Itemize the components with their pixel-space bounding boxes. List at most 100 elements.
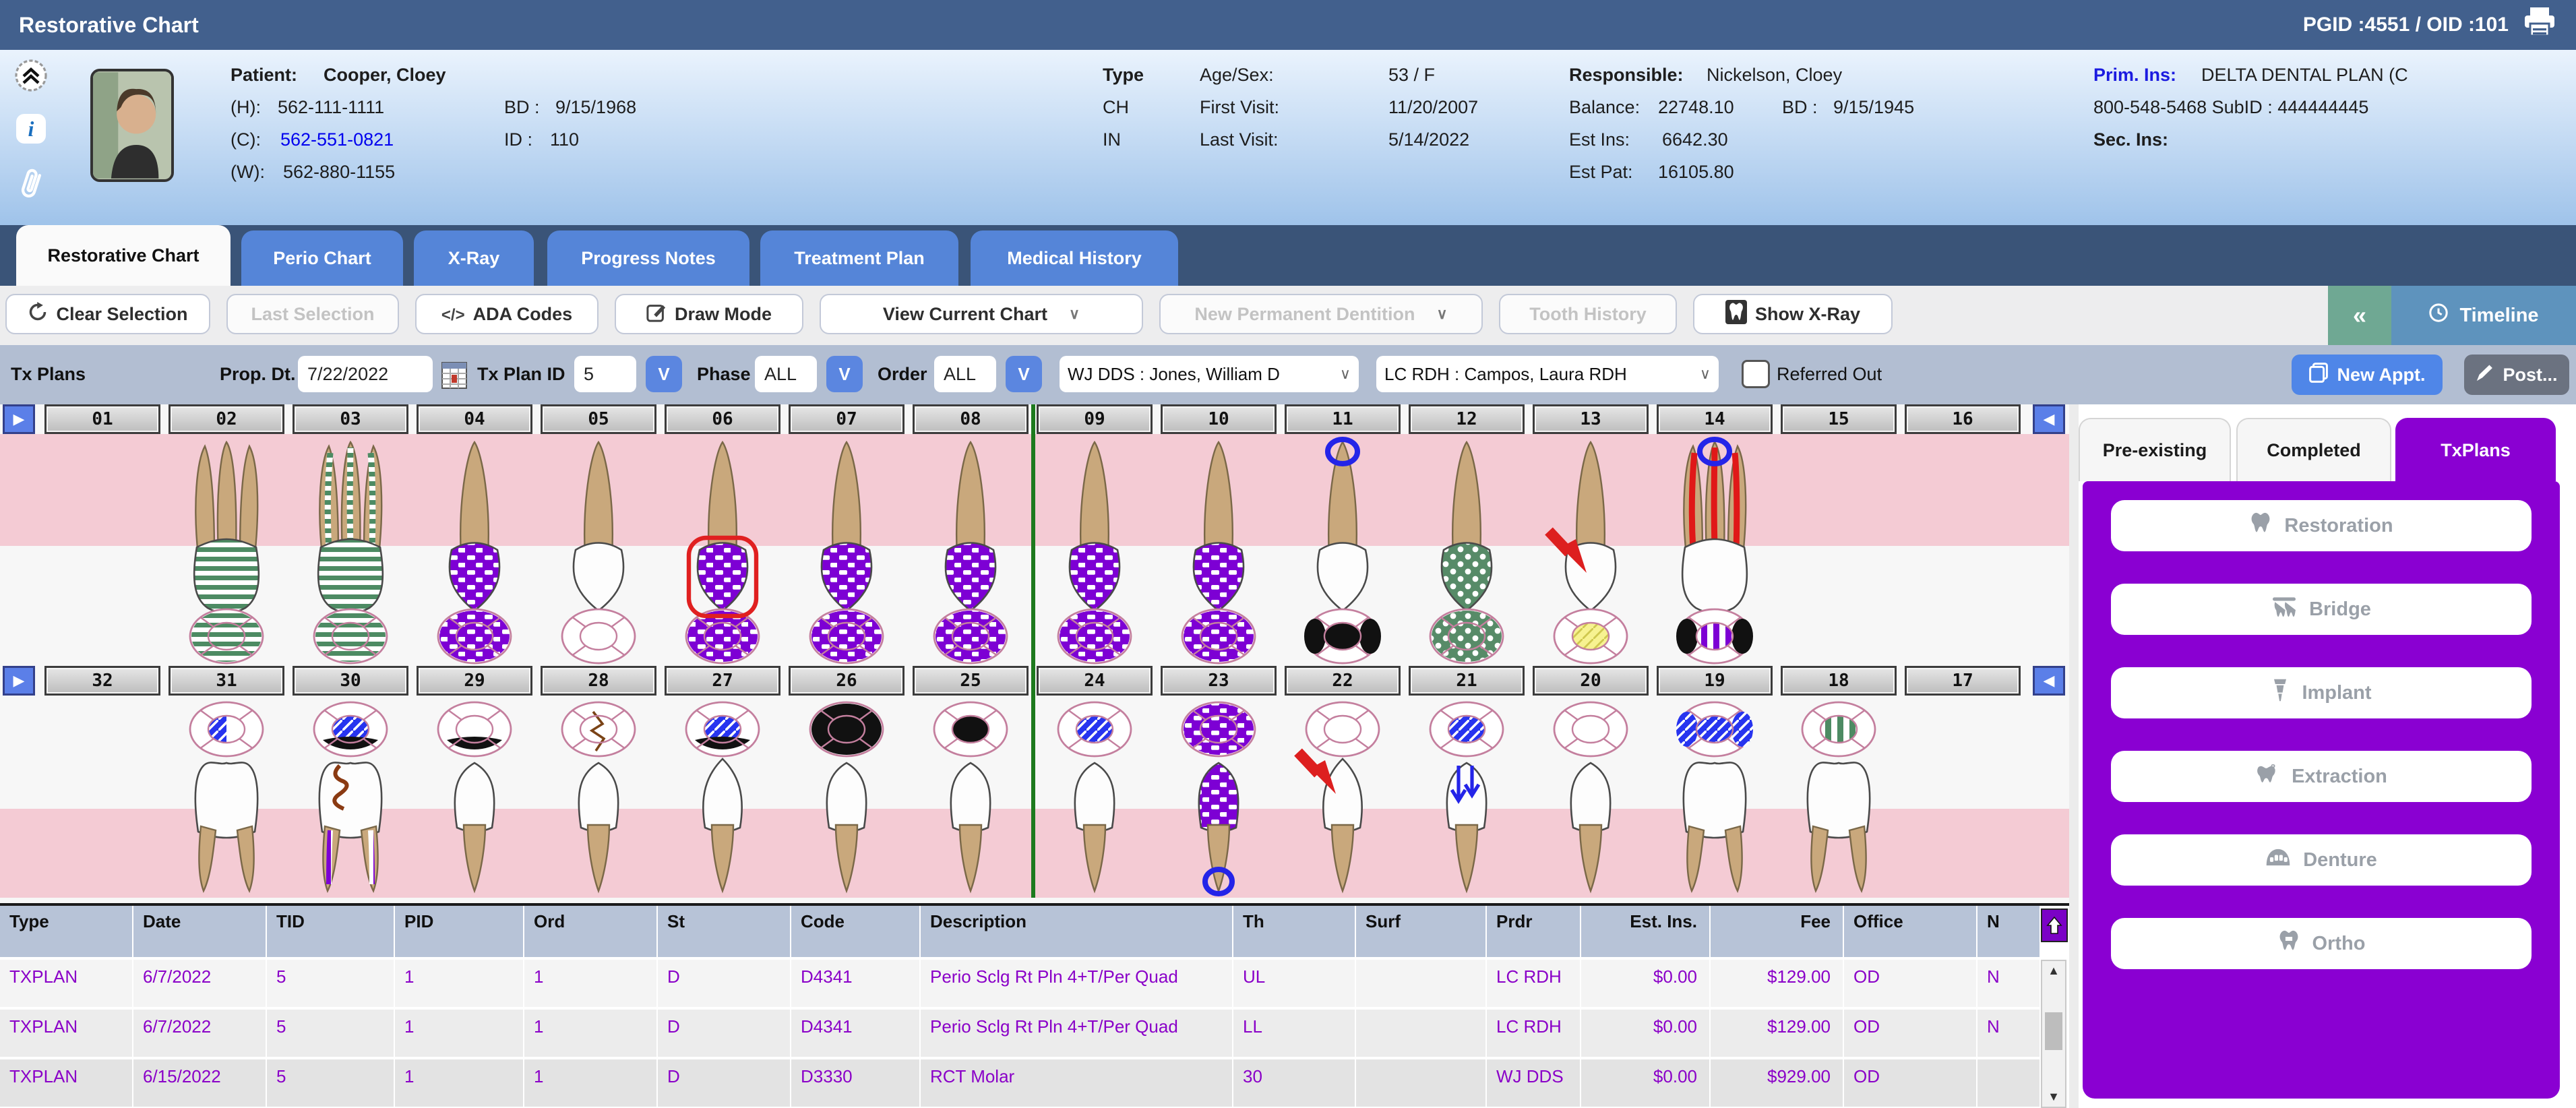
sidebar-tab-txplans[interactable]: TxPlans — [2395, 418, 2556, 481]
tooth-02[interactable] — [164, 434, 288, 671]
implant-button[interactable]: Implant — [2111, 667, 2532, 718]
lower-arch-scroll-left[interactable]: ▶ — [3, 666, 35, 696]
tab-x-ray[interactable]: X-Ray — [414, 230, 534, 286]
print-icon[interactable] — [2522, 6, 2557, 44]
tooth-number-28[interactable]: 28 — [541, 666, 656, 696]
tooth-number-13[interactable]: 13 — [1533, 404, 1649, 434]
tab-treatment-plan[interactable]: Treatment Plan — [760, 230, 958, 286]
new-permanent-dentition-button[interactable]: New Permanent Dentition∨ — [1159, 294, 1483, 334]
referred-out-checkbox[interactable] — [1742, 360, 1770, 388]
tooth-31[interactable] — [164, 698, 288, 903]
tooth-number-21[interactable]: 21 — [1409, 666, 1525, 696]
tooth-24[interactable] — [1033, 698, 1157, 903]
provider1-select[interactable]: WJ DDS : Jones, William D∨ — [1060, 356, 1359, 392]
tooth-11[interactable] — [1281, 434, 1405, 671]
cell-phone-link[interactable]: 562-551-0821 — [280, 129, 394, 150]
show-x-ray-button[interactable]: Show X-Ray — [1693, 294, 1893, 334]
tooth-number-02[interactable]: 02 — [168, 404, 284, 434]
prop-dt-input[interactable] — [298, 356, 433, 392]
clear-selection-button[interactable]: Clear Selection — [5, 294, 210, 334]
upper-arch-scroll-right[interactable]: ◀ — [2033, 404, 2065, 434]
draw-mode-button[interactable]: Draw Mode — [615, 294, 803, 334]
column-header-fee[interactable]: Fee — [1711, 906, 1844, 957]
denture-button[interactable]: Denture — [2111, 834, 2532, 886]
tooth-number-27[interactable]: 27 — [665, 666, 780, 696]
tooth-number-32[interactable]: 32 — [44, 666, 160, 696]
tooth-06[interactable] — [661, 434, 785, 671]
timeline-button[interactable]: Timeline — [2391, 286, 2576, 345]
calendar-icon[interactable] — [441, 359, 468, 394]
tooth-number-06[interactable]: 06 — [665, 404, 780, 434]
provider2-select[interactable]: LC RDH : Campos, Laura RDH∨ — [1376, 356, 1719, 392]
order-dropdown-button[interactable]: V — [1006, 356, 1042, 392]
column-header-surf[interactable]: Surf — [1356, 906, 1487, 957]
upper-arch-scroll-left[interactable]: ▶ — [3, 404, 35, 434]
restoration-button[interactable]: Restoration — [2111, 500, 2532, 551]
tooth-number-24[interactable]: 24 — [1037, 666, 1153, 696]
tooth-number-14[interactable]: 14 — [1657, 404, 1773, 434]
tooth-25[interactable] — [909, 698, 1033, 903]
column-header-ord[interactable]: Ord — [524, 906, 658, 957]
column-header-office[interactable]: Office — [1844, 906, 1977, 957]
view-current-chart-button[interactable]: View Current Chart∨ — [820, 294, 1143, 334]
new-appt-button[interactable]: New Appt. — [2292, 355, 2443, 395]
tooth-number-01[interactable]: 01 — [44, 404, 160, 434]
tooth-number-25[interactable]: 25 — [913, 666, 1029, 696]
tooth-history-button[interactable]: Tooth History — [1499, 294, 1677, 334]
collapse-panel-icon[interactable] — [13, 58, 49, 98]
tooth-13[interactable] — [1529, 434, 1653, 671]
tooth-number-22[interactable]: 22 — [1285, 666, 1401, 696]
column-header-date[interactable]: Date — [133, 906, 267, 957]
tooth-number-19[interactable]: 19 — [1657, 666, 1773, 696]
last-selection-button[interactable]: Last Selection — [226, 294, 399, 334]
phase-input[interactable] — [755, 356, 817, 392]
tooth-04[interactable] — [412, 434, 536, 671]
ortho-button[interactable]: Ortho — [2111, 918, 2532, 969]
collapse-sidebar-button[interactable]: « — [2328, 286, 2391, 345]
tooth-26[interactable] — [785, 698, 909, 903]
patient-photo[interactable] — [90, 69, 174, 182]
tooth-number-30[interactable]: 30 — [293, 666, 408, 696]
tooth-number-20[interactable]: 20 — [1533, 666, 1649, 696]
tooth-number-04[interactable]: 04 — [417, 404, 532, 434]
tooth-09[interactable] — [1033, 434, 1157, 671]
tooth-number-29[interactable]: 29 — [417, 666, 532, 696]
prim-ins-label[interactable]: Prim. Ins: — [2093, 65, 2176, 86]
tooth-number-17[interactable]: 17 — [1905, 666, 2021, 696]
tooth-number-09[interactable]: 09 — [1037, 404, 1153, 434]
tooth-number-26[interactable]: 26 — [789, 666, 904, 696]
tooth-05[interactable] — [536, 434, 661, 671]
tooth-number-03[interactable]: 03 — [293, 404, 408, 434]
tooth-03[interactable] — [288, 434, 412, 671]
tab-perio-chart[interactable]: Perio Chart — [241, 230, 403, 286]
bridge-button[interactable]: Bridge — [2111, 584, 2532, 635]
tooth-08[interactable] — [909, 434, 1033, 671]
tooth-number-15[interactable]: 15 — [1781, 404, 1897, 434]
column-header-st[interactable]: St — [658, 906, 791, 957]
tooth-number-08[interactable]: 08 — [913, 404, 1029, 434]
tooth-number-31[interactable]: 31 — [168, 666, 284, 696]
tooth-29[interactable] — [412, 698, 536, 903]
tooth-12[interactable] — [1405, 434, 1529, 671]
tooth-28[interactable] — [536, 698, 661, 903]
column-header-prdr[interactable]: Prdr — [1487, 906, 1581, 957]
tooth-number-16[interactable]: 16 — [1905, 404, 2021, 434]
column-header-description[interactable]: Description — [921, 906, 1233, 957]
tooth-number-23[interactable]: 23 — [1161, 666, 1277, 696]
tooth-number-05[interactable]: 05 — [541, 404, 656, 434]
txplan-id-input[interactable] — [574, 356, 636, 392]
phase-dropdown-button[interactable]: V — [826, 356, 863, 392]
tooth-number-12[interactable]: 12 — [1409, 404, 1525, 434]
tooth-30[interactable] — [288, 698, 412, 903]
column-header-n[interactable]: N — [1977, 906, 2041, 957]
paperclip-icon[interactable] — [18, 164, 44, 207]
tooth-14[interactable] — [1653, 434, 1777, 671]
column-header-th[interactable]: Th — [1233, 906, 1356, 957]
tooth-19[interactable] — [1653, 698, 1777, 903]
info-icon[interactable]: i — [16, 114, 46, 148]
tooth-23[interactable] — [1157, 698, 1281, 903]
column-header-code[interactable]: Code — [791, 906, 921, 957]
column-header-tid[interactable]: TID — [267, 906, 395, 957]
tooth-number-10[interactable]: 10 — [1161, 404, 1277, 434]
tab-restorative-chart[interactable]: Restorative Chart — [16, 225, 231, 286]
